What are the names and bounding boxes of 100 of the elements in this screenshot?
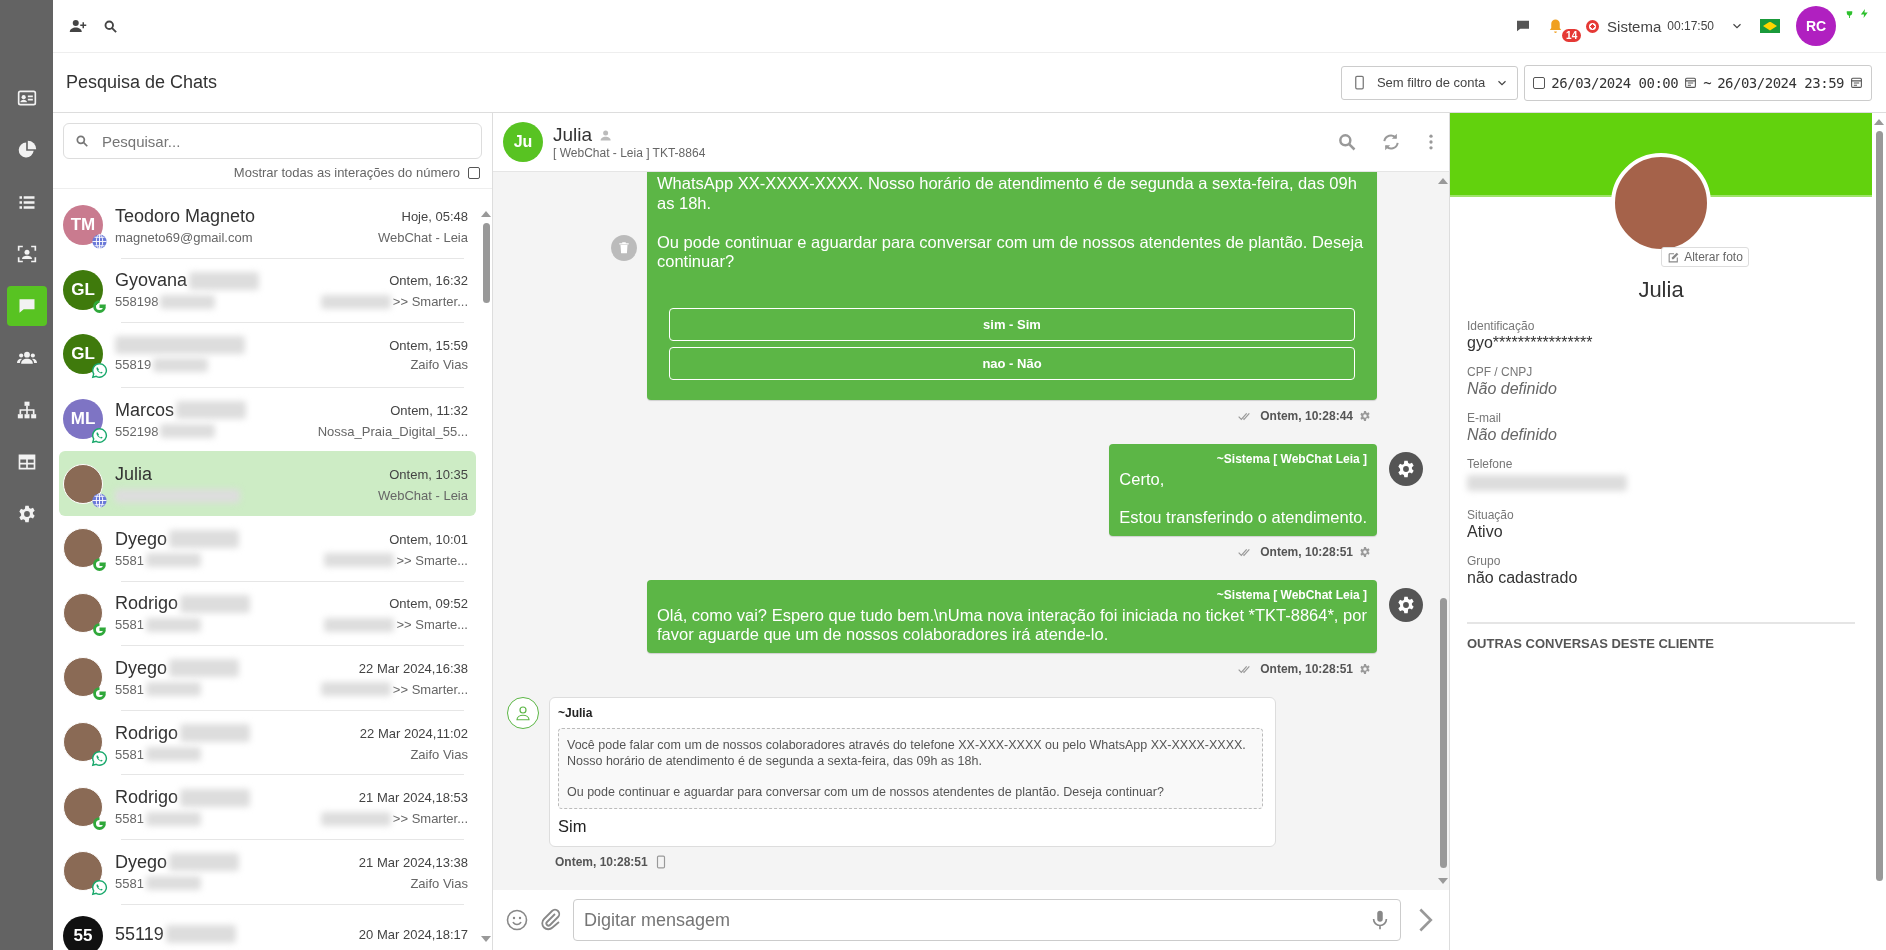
notification-count: 14 xyxy=(1562,28,1582,42)
message-timestamp: Ontem, 10:28:51 xyxy=(1238,544,1353,561)
contact-name: 55119 xyxy=(115,923,164,945)
chat-time: Ontem, 10:35 xyxy=(389,467,468,483)
globe-icon xyxy=(91,233,108,251)
photo-placeholder xyxy=(63,851,103,892)
field-value: gyo**************** xyxy=(1467,334,1594,352)
add-user-icon[interactable] xyxy=(69,17,87,35)
contact-detail: 558198 xyxy=(115,294,159,310)
chat-channel: >> Smarte... xyxy=(396,617,468,633)
contact-name: Rodrigo xyxy=(115,722,179,744)
whatsapp-icon xyxy=(91,427,108,445)
chat-time: 20 Mar 2024,18:17 xyxy=(358,926,468,942)
avatar: GL xyxy=(63,269,103,310)
chat-channel: Zaifo Vias xyxy=(410,357,468,373)
chat-list-item[interactable]: Rodrigo 22 Mar 2024,11:02 5581 Zaifo Vias xyxy=(59,709,476,775)
contact-name: Marcos xyxy=(115,399,174,421)
calendar-icon xyxy=(1684,76,1698,89)
search-field[interactable]: Pesquisar... xyxy=(63,123,482,159)
photo-placeholder xyxy=(63,592,103,633)
search-icon[interactable] xyxy=(103,18,118,34)
photo-placeholder xyxy=(63,786,103,827)
edit-icon xyxy=(1667,250,1681,264)
contact-detail: 5581 xyxy=(115,875,144,891)
calendar-icon xyxy=(1850,76,1863,89)
chat-time: Ontem, 16:32 xyxy=(389,273,468,289)
field-label: Situação xyxy=(1467,508,1515,522)
chat-list-item[interactable]: Julia Ontem, 10:35 WebChat - Leia xyxy=(59,451,476,516)
chat-list-item[interactable]: GL Ontem, 15:59 55819 Zaifo Vias xyxy=(59,322,476,387)
page-title: Pesquisa de Chats xyxy=(66,72,219,93)
chat-channel: WebChat - Leia xyxy=(377,488,468,504)
trash-icon xyxy=(617,241,631,256)
field-value: não cadastrado xyxy=(1467,569,1579,587)
nav-item[interactable] xyxy=(6,286,47,326)
chat-list-item[interactable]: GL Gyovana Ontem, 16:32 558198 >> Smarter... xyxy=(59,257,476,323)
flag-icon[interactable] xyxy=(1760,19,1780,33)
pie-chart-icon xyxy=(16,140,37,160)
contact-detail: 5581 xyxy=(115,811,144,827)
contact-name: Gyovana xyxy=(115,270,188,292)
field-label: E-mail xyxy=(1467,411,1502,425)
contact-name: Julia xyxy=(553,124,593,146)
field-value: Não definido xyxy=(1467,380,1558,398)
quoted-message: Você pode falar com um de nossos colaboradores através do telefone XX-XXX-XXXX ou pelo WhatsApp XX-XXXX-XXXX. Nosso horário de atendimento é de segunda a sexta-feira, das 09h as 18h. Ou pode continuar e aguardar para conversar com um de nossos atendentes de plantão. Deseja continuar? xyxy=(558,728,1263,809)
contact-name: Julia xyxy=(115,464,153,486)
photo-placeholder xyxy=(63,722,103,763)
chat-icon[interactable] xyxy=(1515,18,1532,34)
contact-detail: magneto69@gmail.com xyxy=(115,229,253,245)
refresh-icon[interactable] xyxy=(1381,132,1401,152)
contact-name: Dyego xyxy=(115,657,168,679)
chat-time: Ontem, 09:52 xyxy=(389,596,468,612)
field-label: Identificação xyxy=(1467,319,1536,333)
message-timestamp: Ontem, 10:28:51 xyxy=(1238,661,1353,678)
paperclip-icon[interactable] xyxy=(539,908,563,932)
chat-time: Ontem, 10:01 xyxy=(389,531,468,547)
chat-list-item[interactable]: Dyego Ontem, 10:01 5581 >> Smarte... xyxy=(59,515,476,581)
account-filter-dropdown[interactable]: Sem filtro de conta xyxy=(1340,65,1519,100)
photo-placeholder xyxy=(63,528,103,569)
chat-channel: WebChat - Leia xyxy=(377,229,468,245)
chat-list-item[interactable]: Dyego 21 Mar 2024,13:38 5581 Zaifo Vias xyxy=(59,838,476,904)
contact-card-icon xyxy=(16,88,37,108)
field-value: Ativo xyxy=(1467,523,1504,541)
photo-placeholder xyxy=(63,463,103,504)
checkbox[interactable] xyxy=(1533,76,1546,89)
chat-time: 22 Mar 2024,16:38 xyxy=(358,660,468,676)
whatsapp-icon xyxy=(91,879,108,897)
avatar: TM xyxy=(63,205,103,246)
user-name[interactable]: Sistema xyxy=(1607,17,1662,35)
chat-list-item[interactable]: Rodrigo Ontem, 09:52 5581 >> Smarte... xyxy=(59,580,476,646)
user-avatar[interactable]: RC xyxy=(1796,6,1836,46)
lightning-icon xyxy=(1859,8,1870,19)
chat-time: 22 Mar 2024,11:02 xyxy=(359,725,468,741)
chat-time: Hoje, 05:48 xyxy=(401,208,468,224)
settings-icon xyxy=(16,504,37,524)
message-input[interactable]: Digitar mensagem xyxy=(573,899,1401,941)
whatsapp-icon xyxy=(91,362,108,380)
chat-subtitle: [ WebChat - Leia ] TKT-8864 xyxy=(553,146,707,160)
message-bubble: ~Julia Você pode falar com um de nossos colaboradores através do telefone XX-XXX-XXXX ou pelo WhatsApp XX-XXXX-XXXX. Nosso horário de atendimento é de segunda a sexta-feira, das 09h as 18h. Ou pode continuar e aguardar para conversar com um de nossos atendentes de plantão. Deseja continuar? Sim xyxy=(549,697,1276,847)
date-range-field[interactable]: 26/03/2024 00:00 ~ 26/03/2024 23:59 xyxy=(1524,64,1872,101)
chat-channel: Nossa_Praia_Digital_55... xyxy=(317,423,468,439)
chat-channel: >> Smarter... xyxy=(392,811,468,827)
contact-name: Dyego xyxy=(115,851,168,873)
chat-list-item[interactable]: Dyego 22 Mar 2024,16:38 5581 >> Smarter... xyxy=(59,645,476,710)
checkbox[interactable] xyxy=(468,166,480,179)
contact-detail: 5581 xyxy=(115,617,144,633)
contact-detail: 55819 xyxy=(115,357,152,373)
chat-list-item[interactable]: ML Marcos Ontem, 11:32 552198 Nossa_Praia_Digital_55... xyxy=(59,386,476,452)
message-bubble: ~Sistema [ WebChat Leia ] Certo, Estou transferindo o atendimento. xyxy=(1109,444,1377,537)
chat-list-item[interactable]: Rodrigo 21 Mar 2024,18:53 5581 >> Smarter... xyxy=(59,774,476,839)
whatsapp-icon xyxy=(91,750,108,768)
show-all-label: Mostrar todas as interações do número xyxy=(233,165,460,180)
field-label: Telefone xyxy=(1467,457,1514,471)
chat-list-item[interactable]: TM Teodoro Magneto Hoje, 05:48 magneto69@gmail.com WebChat - Leia xyxy=(59,193,476,258)
chat-channel: Zaifo Vias xyxy=(410,746,468,762)
chat-list-item[interactable]: 55 55119 20 Mar 2024,18:17 xyxy=(59,903,476,950)
change-photo-button[interactable]: Alterar foto xyxy=(1661,247,1749,267)
contact-name: Teodoro Magneto xyxy=(115,205,256,227)
contact-detail: 5581 xyxy=(115,746,144,762)
emoji-icon[interactable] xyxy=(505,908,529,932)
face-scan-icon xyxy=(16,244,37,264)
chat-time: Ontem, 15:59 xyxy=(389,338,468,353)
